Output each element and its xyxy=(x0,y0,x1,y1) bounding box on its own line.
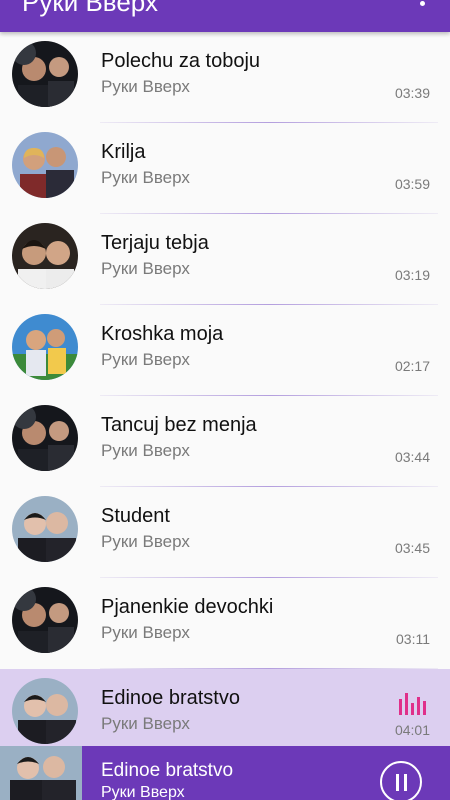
track-row[interactable]: Tancuj bez menja Руки Вверх 03:44 xyxy=(0,396,450,487)
album-art-avatar xyxy=(12,405,78,471)
track-row[interactable]: Pjanenkie devochki Руки Вверх 03:11 xyxy=(0,578,450,669)
track-duration: 03:44 xyxy=(394,449,430,465)
album-art-avatar xyxy=(12,41,78,107)
album-art-avatar xyxy=(12,132,78,198)
pause-icon xyxy=(404,774,407,791)
now-playing-bar[interactable]: Edinoe bratstvo Руки Вверх xyxy=(0,746,450,800)
pause-icon xyxy=(396,774,399,791)
track-title: Terjaju tebja xyxy=(101,232,209,254)
track-duration: 03:59 xyxy=(394,176,430,192)
more-vert-icon[interactable] xyxy=(420,1,425,6)
track-duration: 03:39 xyxy=(394,85,430,101)
track-artist: Руки Вверх xyxy=(101,532,190,551)
track-artist: Руки Вверх xyxy=(101,259,190,278)
track-duration: 04:01 xyxy=(394,722,430,738)
track-duration: 03:45 xyxy=(394,540,430,556)
track-row[interactable]: Krilja Руки Вверх 03:59 xyxy=(0,123,450,214)
track-title: Edinoe bratstvo xyxy=(101,687,240,709)
now-playing-album-art xyxy=(0,746,82,800)
track-title: Student xyxy=(101,505,170,527)
track-artist: Руки Вверх xyxy=(101,623,190,642)
app-bar-title: Руки Вверх xyxy=(22,0,158,17)
track-title: Kroshka moja xyxy=(101,323,224,345)
track-title: Pjanenkie devochki xyxy=(101,596,274,618)
album-art-avatar xyxy=(12,587,78,653)
album-art-avatar xyxy=(12,314,78,380)
app-bar: Руки Вверх xyxy=(0,0,450,32)
track-duration: 03:19 xyxy=(394,267,430,283)
track-artist: Руки Вверх xyxy=(101,441,190,460)
track-artist: Руки Вверх xyxy=(101,350,190,369)
now-playing-title: Edinoe bratstvo xyxy=(101,760,234,781)
track-duration: 03:11 xyxy=(396,631,430,647)
track-row[interactable]: Kroshka moja Руки Вверх 02:17 xyxy=(0,305,450,396)
track-list: Polechu za toboju Руки Вверх 03:39 Krilj… xyxy=(0,32,450,760)
track-row[interactable]: Student Руки Вверх 03:45 xyxy=(0,487,450,578)
album-art-avatar xyxy=(12,678,78,744)
track-title: Polechu za toboju xyxy=(101,50,261,72)
track-row[interactable]: Terjaju tebja Руки Вверх 03:19 xyxy=(0,214,450,305)
track-artist: Руки Вверх xyxy=(101,168,190,187)
album-art-avatar xyxy=(12,223,78,289)
track-title: Krilja xyxy=(101,141,146,163)
track-title: Tancuj bez menja xyxy=(101,414,257,436)
pause-button[interactable] xyxy=(380,761,422,800)
track-artist: Руки Вверх xyxy=(101,714,190,733)
track-duration: 02:17 xyxy=(394,358,430,374)
album-art-avatar xyxy=(12,496,78,562)
track-row[interactable]: Polechu za toboju Руки Вверх 03:39 xyxy=(0,32,450,123)
now-playing-artist: Руки Вверх xyxy=(101,784,185,800)
equalizer-icon xyxy=(399,693,426,715)
track-artist: Руки Вверх xyxy=(101,77,190,96)
